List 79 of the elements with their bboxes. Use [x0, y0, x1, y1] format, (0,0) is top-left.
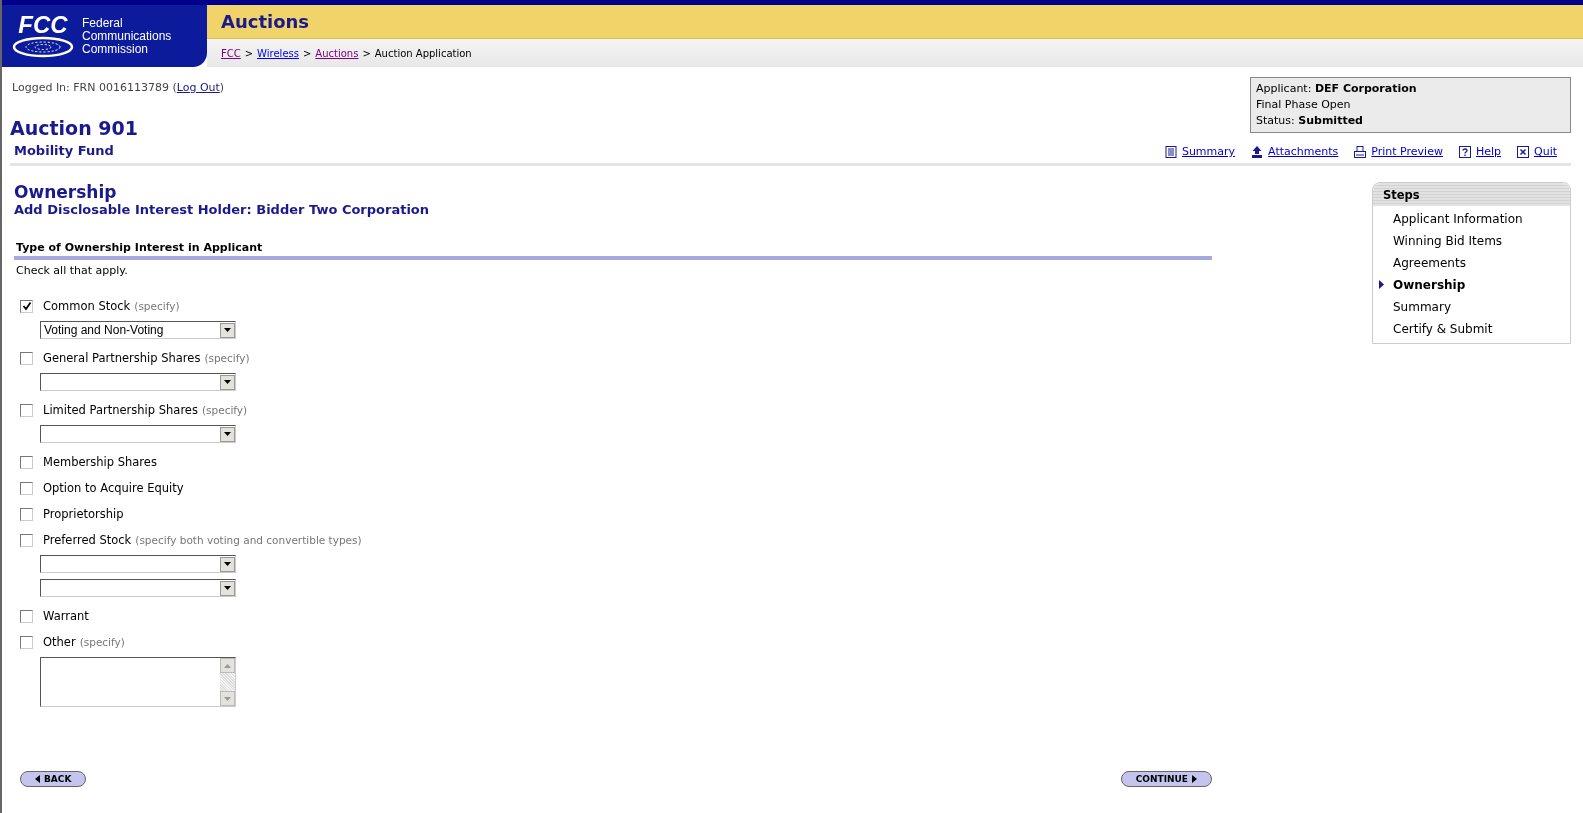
- breadcrumb-current: Auction Application: [374, 47, 472, 59]
- breadcrumb-separator: >: [362, 47, 371, 59]
- rings-icon: [12, 36, 74, 58]
- toolbar-link[interactable]: Print Preview: [1371, 145, 1443, 158]
- logo-text: FCC: [18, 14, 68, 36]
- breadcrumb-separator: >: [244, 47, 254, 59]
- section-title: Auctions: [221, 11, 310, 32]
- checkbox[interactable]: [20, 533, 33, 547]
- form-title: Ownership: [14, 182, 118, 202]
- checkbox[interactable]: [20, 481, 33, 495]
- checkbox[interactable]: [20, 635, 33, 649]
- option-label: General Partnership Shares: [43, 351, 201, 365]
- logout-link[interactable]: Log Out: [176, 81, 220, 94]
- dropdown-field[interactable]: [40, 555, 236, 573]
- step-item[interactable]: Ownership: [1373, 274, 1570, 296]
- option-hint: (specify): [201, 404, 248, 416]
- step-item[interactable]: Summary: [1373, 296, 1570, 318]
- toolbar-link[interactable]: Quit: [1534, 145, 1557, 158]
- toolbar-link[interactable]: Help: [1475, 145, 1501, 158]
- option-hint: (specify both voting and convertible types): [135, 534, 362, 546]
- breadcrumb-link[interactable]: FCC: [221, 47, 241, 59]
- step-item[interactable]: Certify & Submit: [1373, 318, 1570, 340]
- option-label: Preferred Stock: [43, 533, 132, 547]
- dropdown-field[interactable]: [40, 373, 236, 391]
- checkbox[interactable]: [20, 507, 33, 521]
- applicant-info-line: Status: Submitted: [1256, 113, 1364, 129]
- toolbar-link[interactable]: Attachments: [1268, 145, 1339, 158]
- close-icon[interactable]: [1517, 145, 1529, 158]
- step-item[interactable]: Agreements: [1373, 252, 1570, 274]
- dropdown-arrow-icon[interactable]: [224, 562, 231, 566]
- steps-title: Steps: [1383, 187, 1420, 202]
- form-subtitle: Add Disclosable Interest Holder: Bidder Two Corporation: [14, 202, 431, 217]
- option-label: Other: [43, 635, 76, 649]
- option-label: Membership Shares: [43, 455, 157, 469]
- right-arrow-icon: [1192, 775, 1197, 783]
- dropdown-field[interactable]: [40, 579, 236, 597]
- toolbar-link[interactable]: Summary: [1181, 145, 1236, 158]
- checkbox[interactable]: [20, 609, 33, 623]
- breadcrumb-link[interactable]: Auctions: [315, 47, 359, 59]
- agency-name-line: Federal: [82, 16, 124, 30]
- dropdown-field[interactable]: Voting and Non-Voting: [40, 321, 236, 339]
- step-item[interactable]: Winning Bid Items: [1373, 230, 1570, 252]
- option-hint: (specify): [134, 300, 180, 312]
- printer-icon[interactable]: [1354, 145, 1367, 158]
- checkbox[interactable]: [20, 403, 33, 417]
- applicant-info-line: Applicant: DEF Corporation: [1256, 81, 1418, 97]
- agency-name-line: Communications: [82, 29, 172, 43]
- current-step-arrow-icon: [1379, 280, 1384, 289]
- instruction-text: Check all that apply.: [16, 264, 129, 277]
- dropdown-arrow-icon[interactable]: [224, 586, 231, 590]
- left-arrow-icon: [35, 775, 40, 783]
- breadcrumb-link[interactable]: Wireless: [257, 47, 299, 59]
- agency-name-line: Commission: [82, 42, 149, 56]
- login-status: Logged In: FRN 0016113789 (Log Out): [12, 81, 225, 94]
- option-label: Option to Acquire Equity: [43, 481, 184, 495]
- dropdown-arrow-icon[interactable]: [224, 328, 231, 332]
- checkbox[interactable]: [20, 455, 33, 469]
- breadcrumb-separator: >: [302, 47, 312, 59]
- continue-button[interactable]: CONTINUE: [1120, 771, 1212, 787]
- page-subtitle: Mobility Fund: [14, 143, 114, 158]
- page-title: Auction 901: [10, 117, 139, 139]
- option-label: Warrant: [43, 609, 89, 623]
- applicant-info-line: Final Phase Open: [1256, 97, 1352, 113]
- dropdown-arrow-icon[interactable]: [224, 380, 231, 384]
- option-hint: (specify): [79, 636, 125, 648]
- dropdown-field[interactable]: [40, 425, 236, 443]
- document-icon[interactable]: [1164, 145, 1177, 158]
- option-label: Common Stock: [43, 299, 131, 313]
- option-label: Limited Partnership Shares: [43, 403, 198, 417]
- step-item[interactable]: Applicant Information: [1373, 208, 1570, 230]
- section-heading: Type of Ownership Interest in Applicant: [14, 241, 1212, 260]
- option-hint: (specify): [204, 352, 250, 364]
- upload-icon[interactable]: [1251, 145, 1264, 158]
- checkbox[interactable]: [20, 299, 33, 313]
- back-button[interactable]: BACK: [20, 771, 87, 787]
- checkbox[interactable]: [20, 351, 33, 365]
- help-icon[interactable]: [1458, 145, 1471, 158]
- option-label: Proprietorship: [43, 507, 124, 521]
- dropdown-arrow-icon[interactable]: [224, 432, 231, 436]
